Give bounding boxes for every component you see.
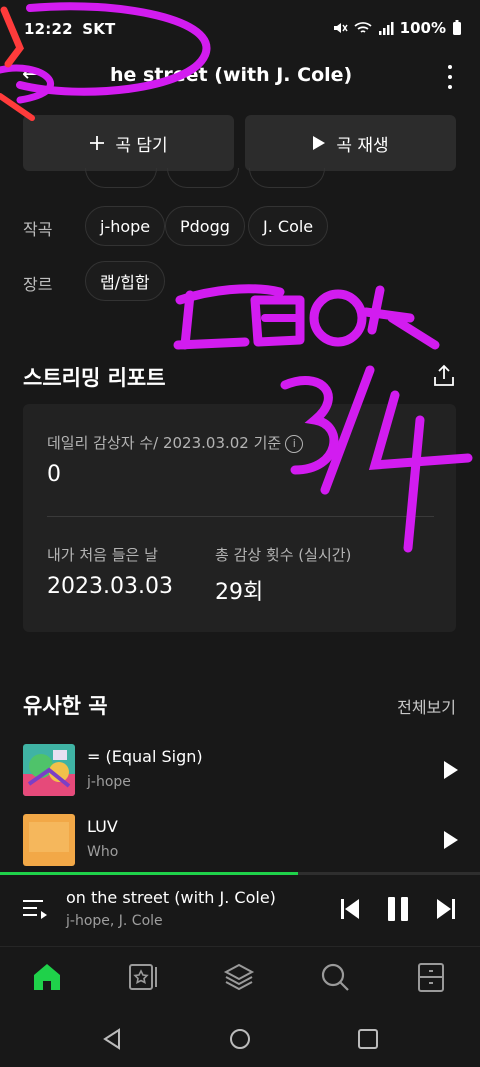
storage-icon[interactable] (126, 960, 160, 994)
mini-player-artist: j-hope, J. Cole (66, 913, 163, 929)
play-song-label: 곡 재생 (336, 135, 389, 156)
genre-chip[interactable]: 랩/힙합 (85, 261, 165, 301)
mini-player-progress-fill (0, 872, 298, 875)
mute-icon (333, 23, 348, 33)
wifi-icon (354, 22, 372, 33)
first-listen-value: 2023.03.03 (47, 574, 173, 599)
album-art (23, 744, 75, 796)
next-icon[interactable] (436, 898, 456, 920)
song-title: LUV (87, 817, 118, 836)
system-recents-icon[interactable] (356, 1027, 380, 1051)
add-song-label: 곡 담기 (115, 135, 168, 156)
daily-listeners-value: 0 (47, 462, 61, 487)
song-artist: j-hope (87, 774, 131, 790)
status-time: 12:22 SKT (24, 20, 116, 38)
status-icons: 100% (332, 19, 462, 37)
library-icon[interactable] (222, 960, 256, 994)
genre-label: 장르 (23, 275, 53, 294)
song-artist: Who (87, 844, 119, 860)
playlist-icon[interactable] (22, 897, 48, 921)
system-back-icon[interactable] (100, 1027, 124, 1051)
total-plays-value: 29회 (215, 580, 264, 605)
system-home-icon[interactable] (228, 1027, 252, 1051)
play-icon (313, 136, 326, 150)
album-art (23, 814, 75, 866)
share-icon[interactable] (431, 363, 457, 389)
song-title: = (Equal Sign) (87, 747, 203, 766)
divider (47, 516, 434, 517)
similar-song-row[interactable]: LUV Who (0, 814, 480, 876)
play-icon[interactable] (443, 760, 459, 780)
first-listen-label: 내가 처음 들은 날 (47, 546, 158, 564)
plus-icon (90, 136, 105, 150)
composer-chip[interactable]: Pdogg (165, 206, 245, 246)
search-icon[interactable] (318, 960, 352, 994)
add-song-button[interactable]: 곡 담기 (23, 115, 234, 171)
home-icon[interactable] (30, 960, 64, 994)
page-title: he street (with J. Cole) (110, 64, 353, 86)
composer-chip[interactable]: J. Cole (248, 206, 329, 246)
locker-icon[interactable] (414, 960, 448, 994)
partial-chip-row (85, 168, 345, 194)
total-plays-label: 총 감상 횟수 (실시간) (215, 546, 352, 564)
play-icon[interactable] (443, 830, 459, 850)
streaming-report-title: 스트리밍 리포트 (23, 366, 166, 390)
battery-text: 100% (399, 19, 446, 37)
see-all-link[interactable]: 전체보기 (397, 694, 456, 718)
similar-song-row[interactable]: = (Equal Sign) j-hope (0, 744, 480, 806)
signal-icon (378, 22, 394, 35)
info-icon[interactable]: i (285, 434, 304, 453)
composer-label: 작곡 (23, 220, 53, 239)
play-song-button[interactable]: 곡 재생 (245, 115, 456, 171)
similar-songs-title: 유사한 곡 (23, 694, 108, 718)
more-options-icon[interactable] (438, 62, 462, 92)
back-icon[interactable]: ← (22, 62, 40, 87)
status-bar: 12:22 SKT 100% (0, 0, 480, 58)
daily-listeners-label: 데일리 감상자 수/ 2023.03.02 기준 i (47, 432, 304, 453)
mini-player-title: on the street (with J. Cole) (66, 888, 276, 907)
previous-icon[interactable] (340, 898, 360, 920)
composer-chip[interactable]: j-hope (85, 206, 166, 246)
pause-icon[interactable] (386, 896, 410, 922)
battery-icon (453, 20, 461, 35)
